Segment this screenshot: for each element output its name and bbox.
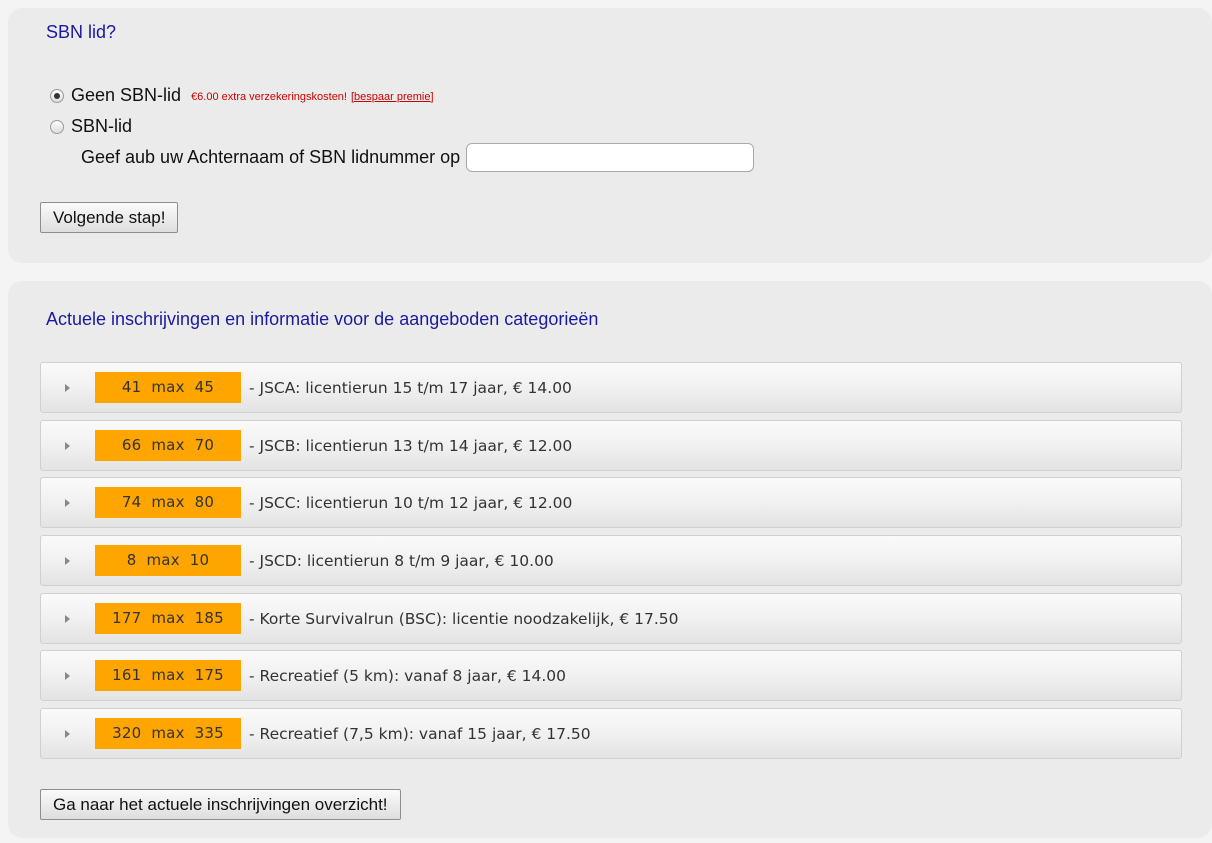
enrollment-max: 185 [194,609,224,627]
category-description: - JSCA: licentierun 15 t/m 17 jaar, € 14… [249,378,572,397]
sbn-panel: SBN lid? Geen SBN-lid €6.00 extra verzek… [8,8,1212,263]
category-row[interactable]: 320 max 335 - Recreatief (7,5 km): vanaf 1… [40,708,1182,759]
category-row[interactable]: 161 max 175 - Recreatief (5 km): vanaf 8 j… [40,650,1182,701]
category-description: - JSCC: licentierun 10 t/m 12 jaar, € 12… [249,493,573,512]
enrollment-count: 74 [121,493,142,511]
enrollment-count: 177 [112,609,142,627]
max-label: max [151,724,185,742]
triangle-right-icon[interactable] [65,441,70,450]
categories-panel: Actuele inschrijvingen en informatie voo… [8,281,1212,838]
category-row[interactable]: 41 max 45 - JSCA: licentierun 15 t/m 17 ja… [40,362,1182,413]
enrollment-badge: 74 max 80 [95,487,241,518]
category-description: - Recreatief (7,5 km): vanaf 15 jaar, € … [249,724,591,743]
enrollment-max: 10 [189,551,210,569]
enrollment-max: 175 [194,666,224,684]
category-description: - Korte Survivalrun (BSC): licentie nood… [249,609,679,628]
triangle-right-icon[interactable] [65,383,70,392]
triangle-right-icon[interactable] [65,671,70,680]
max-label: max [151,378,185,396]
enrollment-count: 66 [121,436,142,454]
radio-geen-sbn-lid[interactable] [50,88,64,103]
enrollment-count: 41 [121,378,142,396]
enrollment-count: 8 [126,551,137,569]
enrollment-badge: 66 max 70 [95,430,241,461]
sbn-title: SBN lid? [46,22,117,42]
category-row[interactable]: 177 max 185 - Korte Survivalrun (BSC): lic… [40,593,1182,644]
enrollment-badge: 8 max 10 [95,545,241,576]
category-row[interactable]: 8 max 10 - JSCD: licentierun 8 t/m 9 jaar,… [40,535,1182,586]
category-description: - Recreatief (5 km): vanaf 8 jaar, € 14.… [249,666,566,685]
triangle-right-icon[interactable] [65,498,70,507]
extra-cost-warning: €6.00 extra verzekeringskosten! [191,90,347,103]
bespaar-premie-link[interactable]: [bespaar premie] [351,91,434,103]
triangle-right-icon[interactable] [65,614,70,623]
categories-title: Actuele inschrijvingen en informatie voo… [46,309,599,329]
enrollment-badge: 177 max 185 [95,603,241,634]
max-label: max [151,666,185,684]
enrollment-count: 320 [112,724,142,742]
max-label: max [151,609,185,627]
radio-option-geen-sbn-lid[interactable]: Geen SBN-lid €6.00 extra verzekeringskos… [50,85,434,106]
enrollment-badge: 161 max 175 [95,660,241,691]
category-row[interactable]: 66 max 70 - JSCB: licentierun 13 t/m 14 ja… [40,420,1182,471]
radio-option-sbn-lid[interactable]: SBN-lid [50,116,132,137]
lidnummer-row: Geef aub uw Achternaam of SBN lidnummer … [81,143,755,172]
radio-label-geen-sbn-lid: Geen SBN-lid [71,85,182,105]
max-label: max [151,436,185,454]
radio-label-sbn-lid: SBN-lid [71,116,133,136]
overview-button[interactable]: Ga naar het actuele inschrijvingen overz… [40,789,401,820]
enrollment-max: 335 [194,724,224,742]
radio-sbn-lid[interactable] [50,119,64,134]
next-step-button[interactable]: Volgende stap! [40,202,179,233]
category-description: - JSCB: licentierun 13 t/m 14 jaar, € 12… [249,436,573,455]
enrollment-badge: 320 max 335 [95,718,241,749]
triangle-right-icon[interactable] [65,729,70,738]
enrollment-max: 80 [194,493,215,511]
max-label: max [151,493,185,511]
enrollment-count: 161 [112,666,142,684]
category-row[interactable]: 74 max 80 - JSCC: licentierun 10 t/m 12 ja… [40,477,1182,528]
enrollment-badge: 41 max 45 [95,372,241,403]
lidnummer-label: Geef aub uw Achternaam of SBN lidnummer … [81,147,461,167]
category-description: - JSCD: licentierun 8 t/m 9 jaar, € 10.0… [249,551,554,570]
enrollment-max: 70 [194,436,215,454]
triangle-right-icon[interactable] [65,556,70,565]
lidnummer-input[interactable] [466,143,755,172]
max-label: max [146,551,180,569]
enrollment-max: 45 [194,378,215,396]
